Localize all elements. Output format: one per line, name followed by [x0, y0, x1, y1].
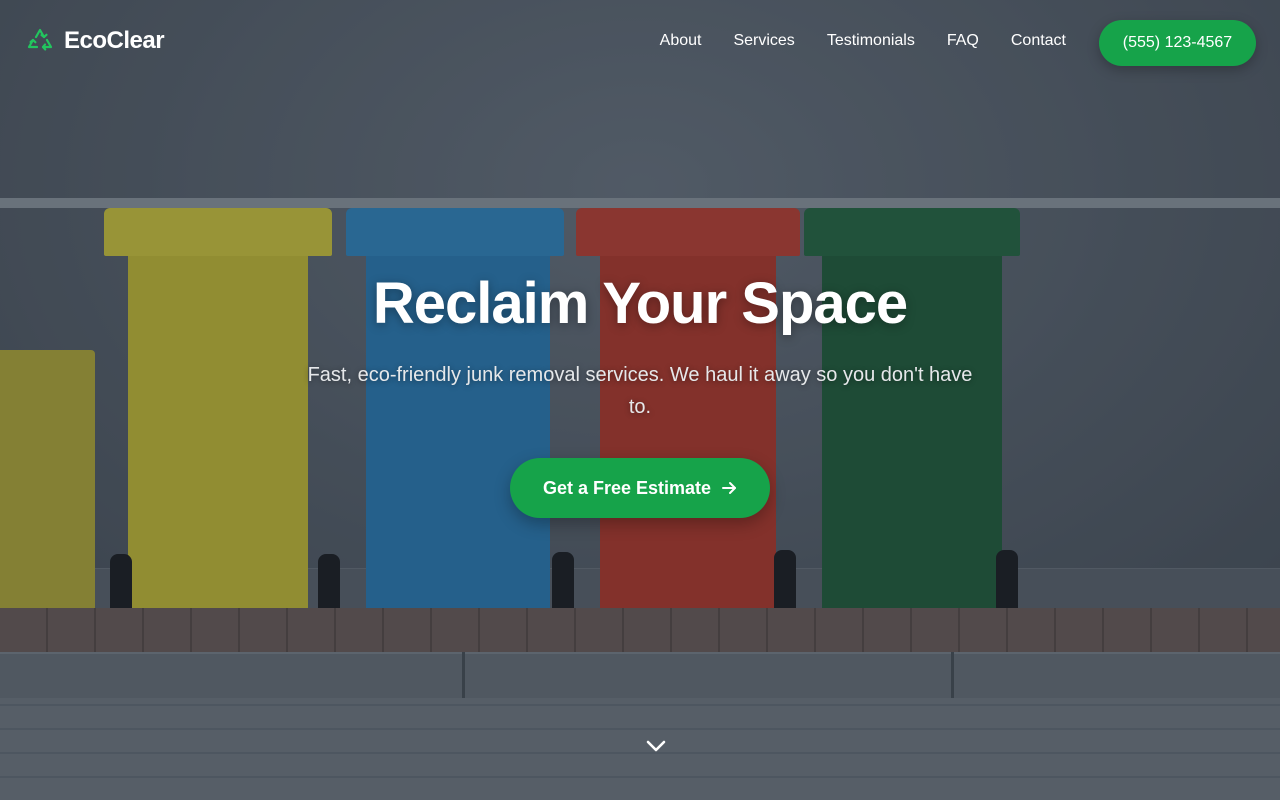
nav-testimonials-link[interactable]: Testimonials — [827, 32, 915, 50]
nav-about-link[interactable]: About — [660, 32, 702, 50]
hero-title: Reclaim Your Space — [372, 271, 908, 336]
nav-services-link[interactable]: Services — [733, 32, 794, 50]
chevron-down-icon[interactable] — [645, 738, 667, 754]
site-header: EcoClear About Services Testimonials FAQ… — [0, 0, 1280, 86]
free-estimate-label: Get a Free Estimate — [542, 477, 712, 498]
nav-contact-link[interactable]: Contact — [1011, 32, 1066, 50]
free-estimate-button[interactable]: Get a Free Estimate — [510, 458, 770, 518]
phone-button[interactable]: (555) 123-4567 — [1099, 20, 1256, 66]
recycle-icon — [27, 28, 53, 51]
nav-faq-link[interactable]: FAQ — [947, 32, 979, 50]
main-nav: About Services Testimonials FAQ Contact — [660, 32, 1066, 50]
hero-section: Reclaim Your Space Fast, eco-friendly ju… — [0, 270, 1280, 518]
brand-name: EcoClear — [64, 27, 165, 54]
hero-subtitle: Fast, eco-friendly junk removal services… — [307, 364, 973, 418]
brand-logo[interactable]: EcoClear — [26, 26, 165, 56]
arrow-right-icon — [722, 482, 737, 494]
